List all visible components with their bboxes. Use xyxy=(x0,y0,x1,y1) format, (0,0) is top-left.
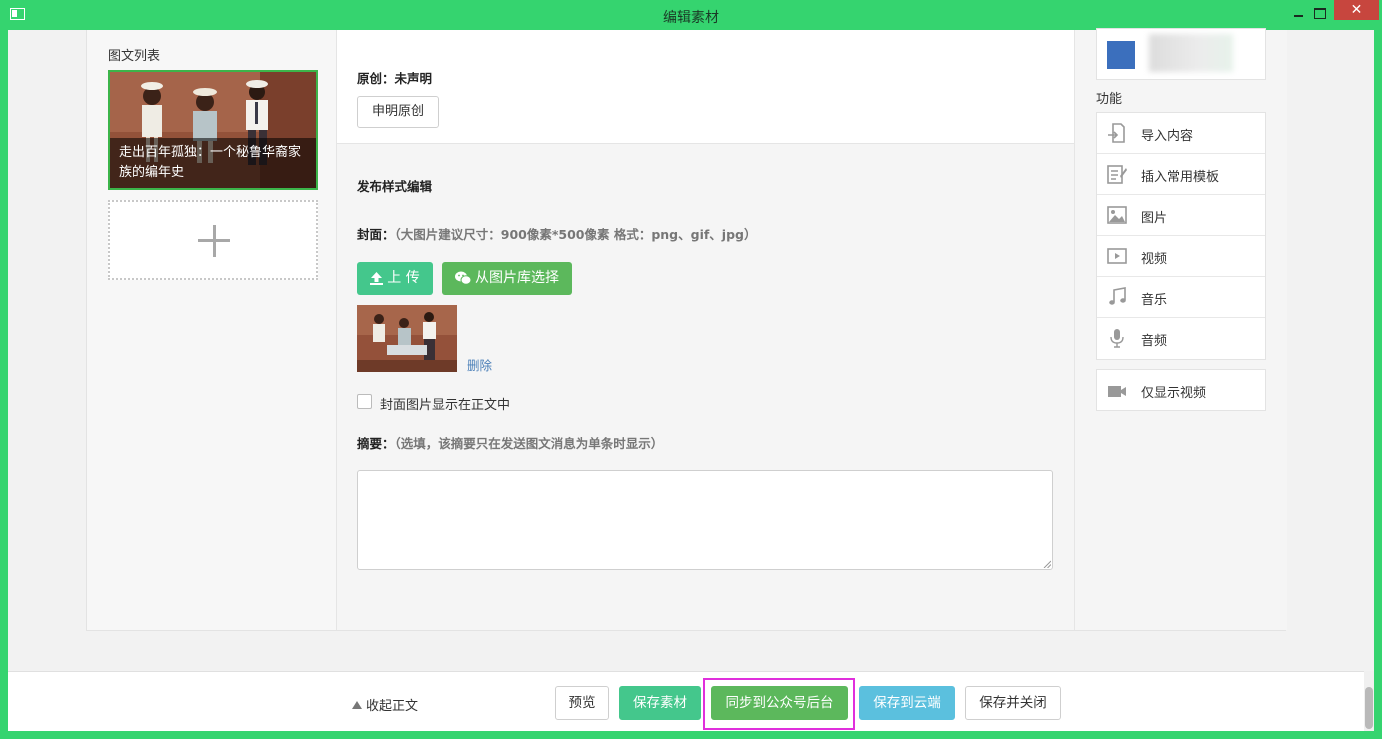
declare-original-button[interactable]: 申明原创 xyxy=(357,96,439,128)
account-avatar xyxy=(1107,41,1135,69)
triangle-up-icon xyxy=(352,701,362,709)
cover-label-text: 封面： xyxy=(357,227,395,242)
function-item-label: 音乐 xyxy=(1141,293,1168,308)
function-item-video[interactable]: 视频 xyxy=(1097,236,1265,277)
summary-textarea[interactable] xyxy=(357,470,1053,570)
editor-client: 图文列表 走出百年孤独：一个秘鲁华裔家族的编年史 原创：未声明 申明原创 发布样… xyxy=(8,28,1374,731)
save-to-cloud-button[interactable]: 保存到云端 xyxy=(859,686,955,720)
function-item-audio[interactable]: 音频 xyxy=(1097,318,1265,359)
vertical-scrollbar[interactable] xyxy=(1364,671,1374,731)
video-icon xyxy=(1107,248,1127,264)
function-item-label: 图片 xyxy=(1141,211,1168,226)
video-only-button[interactable]: 仅显示视频 xyxy=(1096,369,1266,411)
function-item-import[interactable]: 导入内容 xyxy=(1097,113,1265,154)
scrollbar-thumb[interactable] xyxy=(1365,687,1373,729)
original-status: 原创：未声明 xyxy=(357,71,433,86)
delete-cover-link[interactable]: 删除 xyxy=(467,355,492,374)
video-camera-icon xyxy=(1108,386,1126,397)
editor-workspace: 图文列表 走出百年孤独：一个秘鲁华裔家族的编年史 原创：未声明 申明原创 发布样… xyxy=(86,28,1287,631)
account-name-redacted xyxy=(1149,34,1233,72)
microphone-icon xyxy=(1110,329,1124,348)
publish-style-title: 发布样式编辑 xyxy=(357,179,433,194)
account-card[interactable] xyxy=(1096,28,1266,80)
article-list-title: 图文列表 xyxy=(108,49,161,64)
wechat-icon xyxy=(455,271,471,285)
window-title: 编辑素材 xyxy=(663,10,719,26)
upload-icon xyxy=(370,271,384,285)
function-item-image[interactable]: 图片 xyxy=(1097,195,1265,236)
library-button-label: 从图片库选择 xyxy=(475,270,559,286)
summary-label-text: 摘要： xyxy=(357,436,395,451)
close-window-button[interactable]: ✕ xyxy=(1334,0,1379,20)
maximize-button[interactable] xyxy=(1306,4,1332,21)
function-item-music[interactable]: 音乐 xyxy=(1097,277,1265,318)
add-article-button[interactable] xyxy=(108,200,318,280)
function-item-template[interactable]: 插入常用模板 xyxy=(1097,154,1265,195)
function-item-label: 导入内容 xyxy=(1141,129,1194,144)
video-only-label: 仅显示视频 xyxy=(1141,386,1207,401)
show-cover-label: 封面图片显示在正文中 xyxy=(380,398,511,413)
import-icon xyxy=(1108,123,1125,143)
function-list: 导入内容 插入常用模板 图片 视频 音乐 音频 xyxy=(1096,112,1266,360)
function-item-label: 音频 xyxy=(1141,334,1168,349)
function-item-label: 视频 xyxy=(1141,252,1168,267)
image-icon xyxy=(1107,206,1127,224)
article-list-panel: 图文列表 走出百年孤独：一个秘鲁华裔家族的编年史 xyxy=(87,30,337,630)
preview-button[interactable]: 预览 xyxy=(555,686,609,720)
article-card-title: 走出百年孤独：一个秘鲁华裔家族的编年史 xyxy=(110,138,316,188)
resize-grip-icon[interactable] xyxy=(1043,560,1051,568)
publish-settings-panel: 原创：未声明 申明原创 发布样式编辑 封面：（大图片建议尺寸：900像素*500… xyxy=(337,30,1074,630)
upload-cover-button[interactable]: 上 传 xyxy=(357,262,433,295)
original-declaration-section: 原创：未声明 申明原创 xyxy=(337,30,1074,144)
sync-to-official-account-button[interactable]: 同步到公众号后台 xyxy=(711,686,848,720)
article-card[interactable]: 走出百年孤独：一个秘鲁华裔家族的编年史 xyxy=(108,70,318,190)
save-material-button[interactable]: 保存素材 xyxy=(619,686,701,720)
action-footer: 收起正文 预览 保存素材 同步到公众号后台 保存到云端 保存并关闭 xyxy=(8,671,1364,731)
window-titlebar: 编辑素材 ✕ xyxy=(0,0,1382,30)
summary-hint: （选填，该摘要只在发送图文消息为单条时显示） xyxy=(394,436,664,451)
cover-size-hint: （大图片建议尺寸：900像素*500像素 格式：png、gif、jpg） xyxy=(394,227,757,242)
choose-from-library-button[interactable]: 从图片库选择 xyxy=(442,262,572,295)
music-icon xyxy=(1109,287,1126,305)
summary-label: 摘要：（选填，该摘要只在发送图文消息为单条时显示） xyxy=(357,433,663,452)
collapse-label: 收起正文 xyxy=(366,699,419,714)
function-title: 功能 xyxy=(1096,92,1123,107)
save-and-close-button[interactable]: 保存并关闭 xyxy=(965,686,1061,720)
collapse-content-link[interactable]: 收起正文 xyxy=(352,695,418,714)
function-panel: 功能 导入内容 插入常用模板 图片 视频 音乐 音频 仅显示视频 xyxy=(1074,28,1287,630)
template-icon xyxy=(1107,165,1127,184)
cover-thumbnail xyxy=(357,305,457,372)
function-item-label: 插入常用模板 xyxy=(1141,170,1220,185)
upload-button-label: 上 传 xyxy=(387,270,420,286)
show-cover-checkbox[interactable] xyxy=(357,394,372,409)
cover-label: 封面：（大图片建议尺寸：900像素*500像素 格式：png、gif、jpg） xyxy=(357,224,757,243)
